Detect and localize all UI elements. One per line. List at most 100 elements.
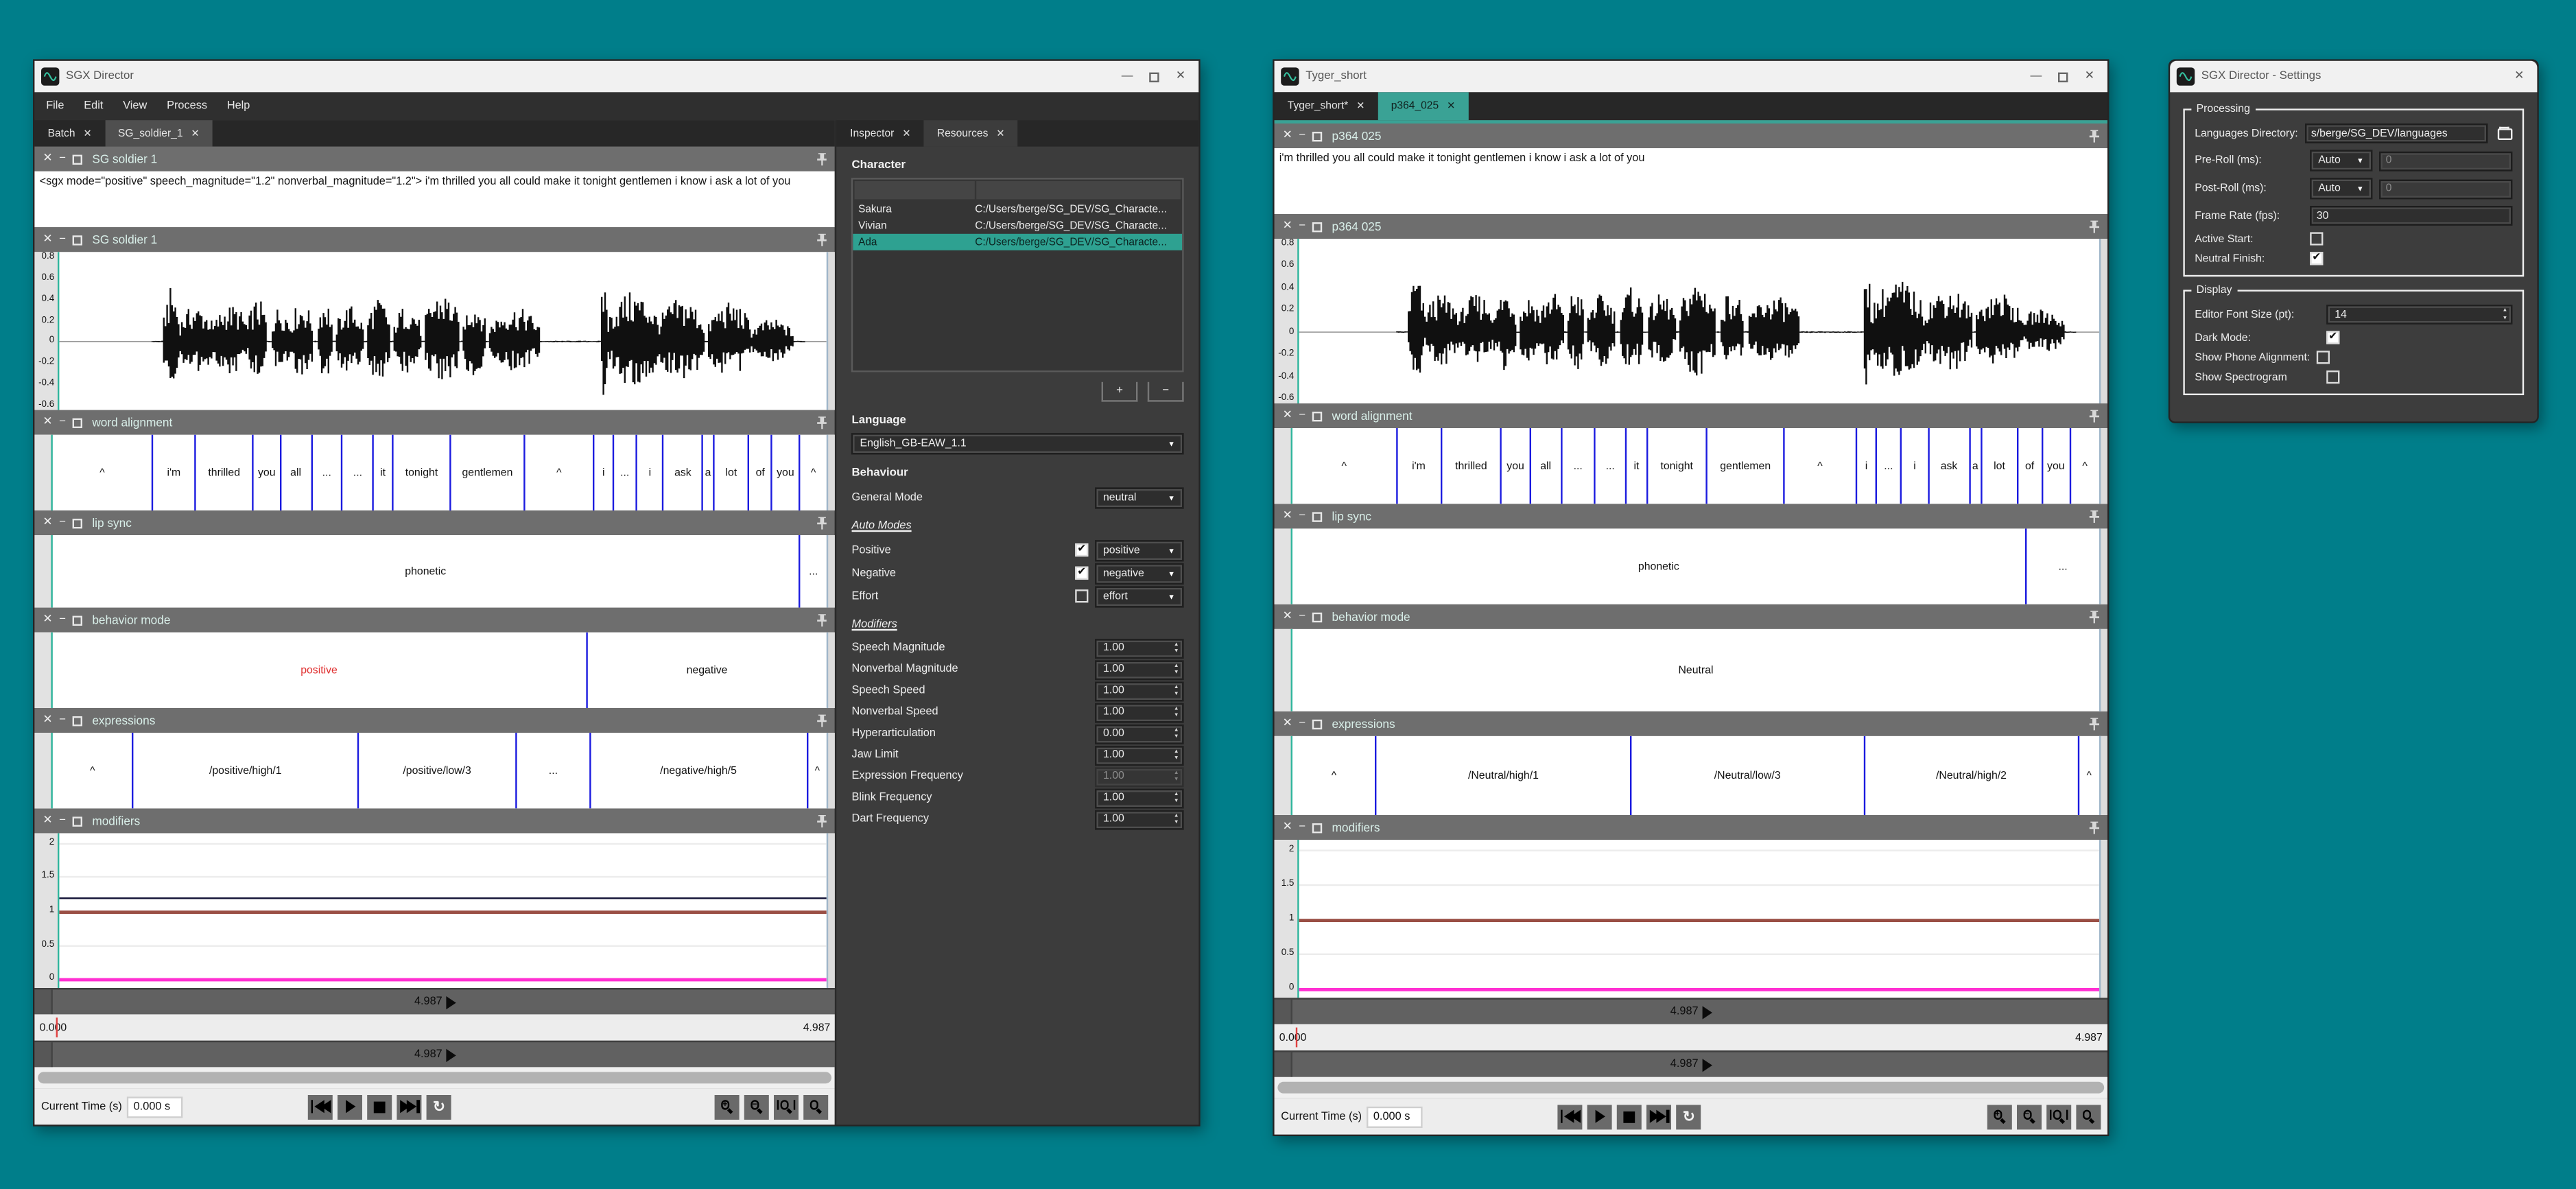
panel-minimize-icon[interactable]: − <box>59 715 66 727</box>
spinner-up-icon[interactable]: ▲ <box>2503 309 2508 314</box>
tab-inspector[interactable]: Inspector ✕ <box>837 120 924 146</box>
show-spectrogram-checkbox[interactable] <box>2326 370 2339 384</box>
neutral-finish-checkbox[interactable]: ✔ <box>2310 252 2323 265</box>
panel-minimize-icon[interactable]: − <box>59 153 66 165</box>
panel-minimize-icon[interactable]: − <box>59 517 66 529</box>
spinner-up-icon[interactable]: ▲ <box>1174 792 1179 797</box>
segment[interactable]: it <box>374 435 393 510</box>
minimize-icon[interactable]: — <box>2031 71 2042 82</box>
waveform-plot[interactable] <box>1299 239 2099 403</box>
tab-tyger-short[interactable]: Tyger_short* ✕ <box>1275 92 1378 120</box>
panel-close-icon[interactable]: ✕ <box>1283 611 1292 622</box>
zoom-range-bar-2[interactable]: 4.987 <box>34 1041 835 1067</box>
modifiers-plot[interactable] <box>59 833 827 988</box>
segment[interactable]: all <box>281 435 312 510</box>
tab-p364-025[interactable]: p364_025 ✕ <box>1378 92 1469 120</box>
panel-minimize-icon[interactable]: − <box>1299 410 1305 422</box>
spinner-down-icon[interactable]: ▼ <box>1174 649 1179 655</box>
segment[interactable]: you <box>772 435 799 510</box>
segment[interactable]: ... <box>614 435 637 510</box>
panel-expand-icon[interactable] <box>73 816 82 825</box>
panel-expand-icon[interactable] <box>73 615 82 624</box>
menu-file[interactable]: File <box>46 100 64 112</box>
show-phone-alignment-checkbox[interactable] <box>2317 351 2330 364</box>
skip-end-button[interactable] <box>397 1094 422 1119</box>
panel-expand-icon[interactable] <box>73 235 82 244</box>
active-start-checkbox[interactable] <box>2310 232 2323 245</box>
segment[interactable]: all <box>1531 428 1563 504</box>
segment[interactable]: thrilled <box>1442 428 1502 504</box>
menu-help[interactable]: Help <box>227 100 250 112</box>
segment[interactable]: /Neutral/high/1 <box>1377 736 1631 815</box>
spinner-down-icon[interactable]: ▼ <box>1174 756 1179 762</box>
tab-batch[interactable]: Batch ✕ <box>34 120 104 146</box>
spinner-up-icon[interactable]: ▲ <box>1174 642 1179 648</box>
modifier-stepper[interactable]: 1.00▲▼ <box>1095 745 1184 765</box>
segment[interactable]: ^ <box>1292 736 1377 815</box>
frame-rate-field[interactable]: 30 <box>2310 206 2512 226</box>
segment[interactable]: you <box>1502 428 1531 504</box>
panel-expand-icon[interactable] <box>1312 131 1322 141</box>
zoom-range-bar[interactable]: 4.987 <box>34 988 835 1014</box>
skip-start-button[interactable] <box>308 1094 333 1119</box>
transcript-editor[interactable]: <sgx mode="positive" speech_magnitude="1… <box>34 172 835 228</box>
play-button[interactable] <box>1587 1104 1612 1129</box>
spinner-up-icon[interactable]: ▲ <box>1174 663 1179 669</box>
panel-minimize-icon[interactable]: − <box>59 416 66 428</box>
remove-character-button[interactable]: − <box>1148 382 1184 402</box>
zoom-out-button[interactable]: − <box>745 1094 770 1119</box>
panel-expand-icon[interactable] <box>73 518 82 528</box>
auto-mode-select[interactable]: effort▼ <box>1095 585 1184 607</box>
segment[interactable]: lot <box>715 435 750 510</box>
pin-icon[interactable] <box>817 613 827 626</box>
pin-icon[interactable] <box>817 516 827 529</box>
tab-close-icon[interactable]: ✕ <box>84 128 92 139</box>
segment[interactable]: ^ <box>1784 428 1857 504</box>
pin-icon[interactable] <box>817 152 827 165</box>
spinner-up-icon[interactable]: ▲ <box>1174 813 1179 819</box>
panel-close-icon[interactable]: ✕ <box>43 614 52 626</box>
auto-mode-checkbox[interactable] <box>1075 589 1088 602</box>
segment[interactable]: /Neutral/low/3 <box>1631 736 1865 815</box>
modifier-stepper[interactable]: 1.00▲▼ <box>1095 810 1184 829</box>
column-header-name[interactable] <box>855 181 976 199</box>
segment[interactable]: lot <box>1982 428 2018 504</box>
tab-close-icon[interactable]: ✕ <box>902 128 910 139</box>
segment[interactable]: /positive/high/1 <box>134 733 358 808</box>
segment[interactable]: positive <box>53 633 587 708</box>
segment[interactable]: gentlemen <box>1708 428 1785 504</box>
menu-process[interactable]: Process <box>167 100 207 112</box>
segment[interactable]: ^ <box>53 733 134 808</box>
pin-icon[interactable] <box>2090 717 2099 730</box>
panel-minimize-icon[interactable]: − <box>1299 510 1305 522</box>
timeline-ruler[interactable]: 0.000 4.987 <box>34 1014 835 1040</box>
segment[interactable]: i <box>1902 428 1930 504</box>
zoom-selection-button[interactable] <box>804 1094 829 1119</box>
zoom-fit-button[interactable] <box>2046 1104 2071 1129</box>
titlebar[interactable]: SGX Director - Settings ✕ <box>2170 61 2537 93</box>
character-row[interactable]: AdaC:/Users/berge/SG_DEV/SG_Characte... <box>853 234 1182 250</box>
spinner-down-icon[interactable]: ▼ <box>1174 734 1179 740</box>
panel-minimize-icon[interactable]: − <box>1299 718 1305 729</box>
stop-button[interactable] <box>368 1094 392 1119</box>
tab-close-icon[interactable]: ✕ <box>1356 100 1364 112</box>
close-icon[interactable]: ✕ <box>2085 71 2094 82</box>
pin-icon[interactable] <box>2090 220 2099 233</box>
languages-dir-field[interactable]: s/berge/SG_DEV/languages <box>2304 123 2488 143</box>
pin-icon[interactable] <box>2090 129 2099 142</box>
tab-close-icon[interactable]: ✕ <box>191 128 200 139</box>
panel-minimize-icon[interactable]: − <box>59 234 66 246</box>
panel-expand-icon[interactable] <box>1312 222 1322 231</box>
segment[interactable]: tonight <box>393 435 451 510</box>
segment[interactable]: you <box>254 435 281 510</box>
auto-mode-checkbox[interactable]: ✔ <box>1075 567 1088 580</box>
segment[interactable]: ... <box>1595 428 1627 504</box>
minimize-icon[interactable]: — <box>1122 71 1133 82</box>
panel-minimize-icon[interactable]: − <box>59 614 66 626</box>
pin-icon[interactable] <box>817 814 827 827</box>
segment[interactable]: ^ <box>525 435 595 510</box>
panel-close-icon[interactable]: ✕ <box>1283 130 1292 142</box>
zoom-range-bar-2[interactable]: 4.987 <box>1275 1050 2107 1076</box>
modifier-curve[interactable] <box>59 897 827 899</box>
segment[interactable]: ^ <box>2079 736 2099 815</box>
